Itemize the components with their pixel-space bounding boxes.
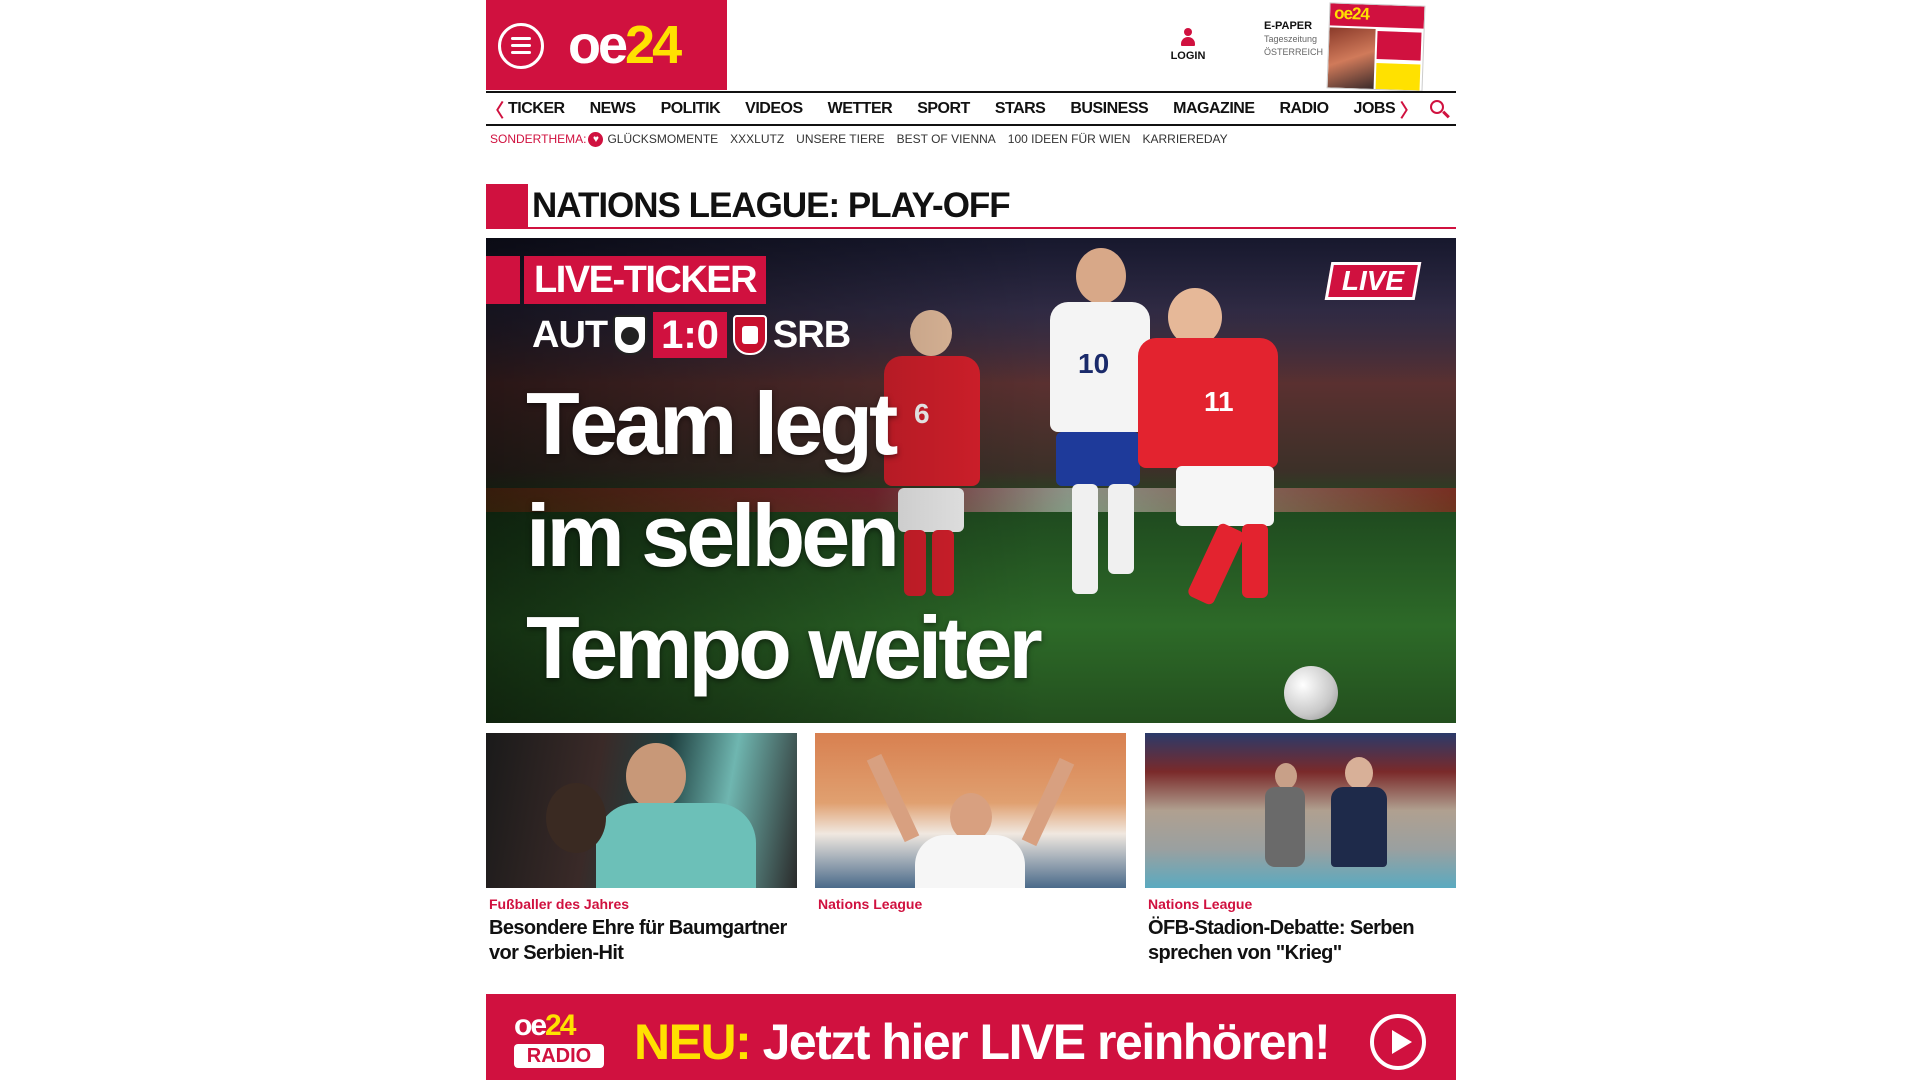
nav-item-jobs[interactable]: JOBS <box>1354 93 1396 124</box>
teaser-card[interactable]: Nations League ÖFB-Stadion-Debatte: Serb… <box>1145 733 1456 966</box>
epaper-title: E-PAPER <box>1264 20 1313 32</box>
nav-item-videos[interactable]: VIDEOS <box>745 93 803 124</box>
topic-link-karriereday[interactable]: KARRIEREDAY <box>1142 132 1227 146</box>
nav-item-wetter[interactable]: WETTER <box>828 93 893 124</box>
player-number-10: 10 <box>1078 348 1110 379</box>
teaser-image[interactable] <box>1145 733 1456 888</box>
logo-part-oe: oe <box>568 15 628 75</box>
serbia-crest-icon <box>732 315 767 355</box>
teaser-category[interactable]: Fußballer des Jahres <box>486 896 797 912</box>
nav-item-sport[interactable]: SPORT <box>917 93 970 124</box>
live-badge-label: LIVE <box>1341 265 1405 296</box>
match-ball <box>1284 666 1338 720</box>
nav-item-radio[interactable]: RADIO <box>1279 93 1329 124</box>
nav-item-magazine[interactable]: MAGAZINE <box>1173 93 1255 124</box>
topic-link-gluecksmomente[interactable]: GLÜCKSMOMENTE <box>607 132 718 146</box>
teaser-category[interactable]: Nations League <box>1145 896 1456 912</box>
epaper-cover-thumbnail[interactable]: oe24 <box>1326 2 1426 92</box>
logo-area: oe24 <box>486 0 727 90</box>
epaper-subtitle-2: ÖSTERREICH <box>1264 47 1324 57</box>
ticker-accent <box>486 256 520 304</box>
live-badge: LIVE <box>1324 262 1422 300</box>
topic-link-best-of-vienna[interactable]: BEST OF VIENNA <box>897 132 996 146</box>
radio-promo-text: NEU: Jetzt hier LIVE reinhören! <box>634 1012 1331 1072</box>
scoreline: AUT 1:0 SRB <box>532 310 851 360</box>
login-button[interactable]: LOGIN <box>1168 26 1208 62</box>
login-label: LOGIN <box>1170 50 1206 62</box>
headline-line-1: Team legt <box>526 374 898 473</box>
radio-cta: Jetzt hier LIVE reinhören! <box>762 1014 1331 1070</box>
teaser-image[interactable] <box>486 733 797 888</box>
hero-headline[interactable]: Team legt im selben Tempo weiter <box>526 368 1066 704</box>
player-number-11: 11 <box>1204 386 1234 417</box>
play-icon[interactable] <box>1370 1014 1426 1070</box>
teaser-category[interactable]: Nations League <box>815 896 1126 912</box>
topic-link-unsere-tiere[interactable]: UNSERE TIERE <box>796 132 884 146</box>
chevron-left-icon[interactable]: 〈 <box>486 97 504 123</box>
radio-logo-24: 24 <box>545 1009 576 1042</box>
main-navigation: 〈 TICKER NEWS POLITIK VIDEOS WETTER SPOR… <box>486 91 1456 126</box>
nav-item-stars[interactable]: STARS <box>995 93 1046 124</box>
user-icon <box>1180 26 1196 48</box>
topic-link-xxxlutz[interactable]: XXXLUTZ <box>730 132 784 146</box>
site-logo[interactable]: oe24 <box>568 12 682 78</box>
live-ticker-label: LIVE-TICKER <box>534 259 758 301</box>
radio-logo: oe24 RADIO <box>514 1010 610 1068</box>
nav-item-business[interactable]: BUSINESS <box>1070 93 1148 124</box>
teaser-title[interactable]: Besondere Ehre für Baumgartner vor Serbi… <box>486 916 797 966</box>
teaser-image[interactable] <box>815 733 1126 888</box>
radio-new-label: NEU: <box>634 1014 752 1070</box>
teaser-card[interactable]: Nations League <box>815 733 1126 916</box>
site-header: oe24 LOGIN E-PAPER Tageszeitung ÖSTERREI… <box>486 0 1456 92</box>
teaser-card[interactable]: Fußballer des Jahres Besondere Ehre für … <box>486 733 797 966</box>
epaper-cover-logo: oe24 <box>1329 3 1425 29</box>
radio-promo-banner[interactable]: oe24 RADIO NEU: Jetzt hier LIVE reinhöre… <box>486 994 1456 1080</box>
hero-article[interactable]: 6 10 11 LIVE-TICKER LIVE AUT 1:0 SRB <box>486 238 1456 723</box>
epaper-link[interactable]: E-PAPER Tageszeitung ÖSTERREICH <box>1264 20 1332 59</box>
nav-items: TICKER NEWS POLITIK VIDEOS WETTER SPORT … <box>508 93 1420 124</box>
special-topics-bar: SONDERTHEMA: ♥ GLÜCKSMOMENTE XXXLUTZ UNS… <box>490 130 1240 148</box>
score: 1:0 <box>653 312 727 358</box>
nav-item-politik[interactable]: POLITIK <box>661 93 721 124</box>
home-team: AUT <box>532 313 608 356</box>
radio-logo-label: RADIO <box>514 1044 604 1068</box>
section-heading: NATIONS LEAGUE: PLAY-OFF <box>486 183 1456 229</box>
headline-line-2: im selben <box>526 486 900 585</box>
headline-line-3: Tempo weiter <box>526 598 1043 697</box>
teaser-title[interactable]: ÖFB-Stadion-Debatte: Serben sprechen von… <box>1145 916 1456 966</box>
radio-logo-oe: oe <box>514 1009 547 1042</box>
nav-item-ticker[interactable]: TICKER <box>508 93 565 124</box>
search-icon[interactable] <box>1428 98 1450 120</box>
epaper-subtitle: Tageszeitung <box>1264 34 1318 44</box>
special-topics-label: SONDERTHEMA: <box>490 132 587 146</box>
nav-item-news[interactable]: NEWS <box>590 93 637 124</box>
chevron-right-icon[interactable]: 〉 <box>1400 97 1418 123</box>
menu-icon[interactable] <box>498 23 544 69</box>
away-team: SRB <box>772 313 851 356</box>
section-accent-bar <box>486 184 528 227</box>
topic-link-100-ideen[interactable]: 100 IDEEN FÜR WIEN <box>1008 132 1131 146</box>
oefb-crest-icon <box>613 315 648 355</box>
section-title[interactable]: NATIONS LEAGUE: PLAY-OFF <box>532 186 1011 226</box>
logo-part-24: 24 <box>625 15 682 75</box>
live-ticker-badge: LIVE-TICKER <box>524 256 767 304</box>
heart-icon: ♥ <box>588 131 604 147</box>
